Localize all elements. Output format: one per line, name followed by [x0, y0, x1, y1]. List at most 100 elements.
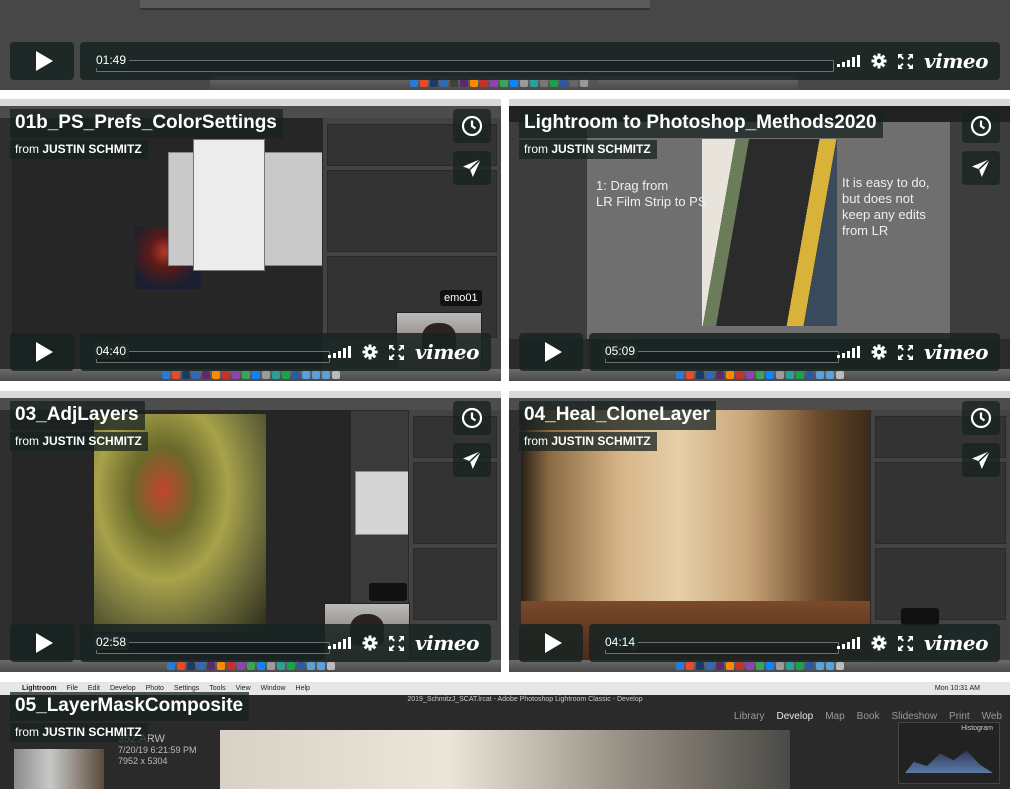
gear-icon[interactable] [871, 53, 887, 69]
progress-bar[interactable]: 04:14 [602, 634, 839, 654]
vimeo-logo[interactable]: vimeo [924, 49, 988, 73]
vimeo-logo[interactable]: vimeo [924, 340, 988, 364]
progress-bar[interactable]: 01:49 [93, 52, 834, 72]
paper-plane-icon [972, 450, 991, 469]
watch-later-button[interactable] [453, 401, 491, 435]
author-link[interactable]: JUSTIN SCHMITZ [42, 142, 141, 156]
volume-icon[interactable] [328, 346, 352, 358]
video-player-3[interactable]: 03_AdjLayers from JUSTIN SCHMITZ 02:58 v… [0, 391, 501, 672]
clock-icon [970, 407, 992, 429]
volume-icon[interactable] [837, 346, 861, 358]
lr-navigator-thumb [14, 749, 104, 789]
module-print[interactable]: Print [949, 711, 970, 722]
lr-photo [220, 730, 790, 789]
progress-bar[interactable]: 05:09 [602, 343, 839, 363]
byline-prefix: from [15, 725, 39, 739]
fullscreen-icon[interactable] [898, 344, 914, 360]
clock-icon [461, 407, 483, 429]
play-button[interactable] [10, 42, 74, 80]
module-web[interactable]: Web [982, 711, 1002, 722]
volume-icon[interactable] [837, 637, 861, 649]
byline-prefix: from [524, 142, 548, 156]
control-icons: vimeo [837, 333, 988, 371]
progress-bar[interactable]: 02:58 [93, 634, 330, 654]
lr-menu-item: Photo [145, 685, 164, 692]
gear-icon[interactable] [871, 344, 887, 360]
fullscreen-icon[interactable] [389, 344, 405, 360]
clock-icon [970, 115, 992, 137]
video-title[interactable]: 04_Heal_CloneLayer [519, 401, 716, 430]
clock-icon [461, 115, 483, 137]
video-title[interactable]: 01b_PS_Prefs_ColorSettings [10, 109, 283, 138]
volume-icon[interactable] [328, 637, 352, 649]
author-link[interactable]: JUSTIN SCHMITZ [42, 434, 141, 448]
file-date: 7/20/19 6:21:59 PM [118, 745, 197, 755]
progress-bar[interactable]: 04:40 [93, 343, 330, 363]
play-button[interactable] [519, 333, 583, 371]
video-player-2[interactable]: 1: Drag from LR Film Strip to PS It is e… [509, 99, 1010, 381]
paper-plane-icon [463, 158, 482, 177]
vimeo-logo[interactable]: vimeo [924, 631, 988, 655]
video-byline: from JUSTIN SCHMITZ [10, 723, 148, 742]
author-link[interactable]: JUSTIN SCHMITZ [551, 142, 650, 156]
duration-label: 04:40 [93, 343, 130, 359]
vimeo-logo[interactable]: vimeo [415, 631, 479, 655]
screen-menubar [509, 391, 1010, 398]
author-link[interactable]: JUSTIN SCHMITZ [551, 434, 650, 448]
screen-dropdown-list [193, 139, 265, 271]
gear-icon[interactable] [871, 635, 887, 651]
video-player-1[interactable]: emo01 01b_PS_Prefs_ColorSettings from JU… [0, 99, 501, 381]
share-button[interactable] [962, 443, 1000, 477]
screen-menubar [509, 99, 1010, 106]
share-button[interactable] [962, 151, 1000, 185]
lr-module-picker: Library Develop Map Book Slideshow Print… [734, 711, 1002, 722]
watch-later-button[interactable] [962, 109, 1000, 143]
author-link[interactable]: JUSTIN SCHMITZ [42, 725, 141, 739]
share-button[interactable] [453, 151, 491, 185]
control-bar: 05:09 vimeo [589, 333, 1000, 371]
gear-icon[interactable] [362, 635, 378, 651]
play-button[interactable] [10, 333, 74, 371]
fullscreen-icon[interactable] [898, 53, 914, 69]
video-title[interactable]: 03_AdjLayers [10, 401, 145, 430]
video-title[interactable]: Lightroom to Photoshop_Methods2020 [519, 109, 883, 138]
webcam-label: emo01 [440, 290, 482, 306]
gear-icon[interactable] [362, 344, 378, 360]
webcam-label [369, 583, 407, 601]
module-map[interactable]: Map [825, 711, 844, 722]
histogram-graph [905, 750, 993, 773]
video-player-0[interactable]: 01:49 vimeo [0, 0, 1010, 90]
module-book[interactable]: Book [857, 711, 880, 722]
lr-menu-item: File [66, 685, 78, 692]
watch-later-button[interactable] [962, 401, 1000, 435]
control-icons: vimeo [837, 42, 988, 80]
video-player-4[interactable]: 04_Heal_CloneLayer from JUSTIN SCHMITZ 0… [509, 391, 1010, 672]
duration-label: 05:09 [602, 343, 639, 359]
lr-menu-item: Edit [87, 685, 100, 692]
player-controls: 01:49 vimeo [10, 42, 1000, 80]
module-library[interactable]: Library [734, 711, 765, 722]
video-byline: from JUSTIN SCHMITZ [519, 140, 657, 159]
duration-label: 02:58 [93, 634, 130, 650]
fullscreen-icon[interactable] [898, 635, 914, 651]
control-bar: 01:49 vimeo [80, 42, 1000, 80]
paper-plane-icon [972, 158, 991, 177]
watch-later-button[interactable] [453, 109, 491, 143]
video-byline: from JUSTIN SCHMITZ [10, 140, 148, 159]
video-title[interactable]: 05_LayerMaskComposite [10, 692, 250, 721]
histogram-label: Histogram [961, 725, 993, 732]
share-button[interactable] [453, 443, 491, 477]
play-button[interactable] [10, 624, 74, 662]
control-icons: vimeo [328, 624, 479, 662]
fullscreen-icon[interactable] [389, 635, 405, 651]
byline-prefix: from [15, 142, 39, 156]
lr-histogram: Histogram [898, 722, 1000, 784]
volume-icon[interactable] [837, 55, 861, 67]
vimeo-logo[interactable]: vimeo [415, 340, 479, 364]
video-player-5[interactable]: Lightroom File Edit Develop Photo Settin… [0, 682, 1010, 789]
module-develop[interactable]: Develop [777, 711, 814, 722]
control-bar: 04:14 vimeo [589, 624, 1000, 662]
play-button[interactable] [519, 624, 583, 662]
module-slideshow[interactable]: Slideshow [891, 711, 937, 722]
lr-menu-item: Help [295, 685, 310, 692]
